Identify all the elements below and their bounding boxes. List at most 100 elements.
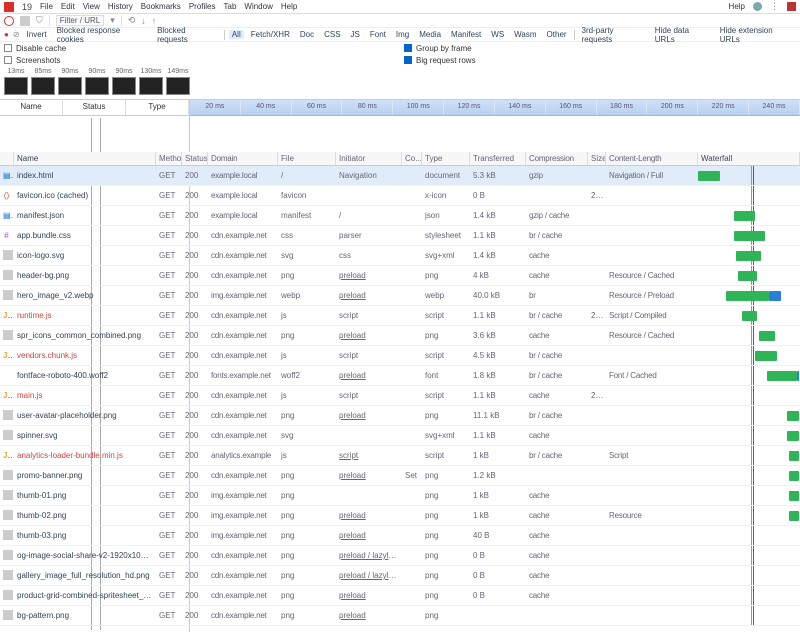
toolbar-btn-a[interactable]: ⟲ <box>128 15 136 26</box>
url-dropdown[interactable]: Filter / URL <box>56 15 104 26</box>
filmstrip-thumb[interactable] <box>85 77 109 95</box>
col-waterfall[interactable]: Waterfall <box>698 152 800 165</box>
filter-wasm[interactable]: Wasm <box>511 30 539 39</box>
filmstrip-labels: 13ms 85ms 90ms 90ms 90ms 130ms 149ms <box>0 66 800 77</box>
chevron-down-icon[interactable]: ▾ <box>110 15 115 26</box>
filter-manifest[interactable]: Manifest <box>448 30 484 39</box>
request-row[interactable]: fontface-roboto-400.woff2GET200fonts.exa… <box>0 366 800 386</box>
col-initiator[interactable]: Initiator <box>336 152 402 165</box>
overview-tab-0[interactable]: Name <box>0 100 63 115</box>
timeline-ruler[interactable]: 20 ms 40 ms 60 ms 80 ms 100 ms 120 ms 14… <box>190 100 800 116</box>
toolbar-btn-b[interactable]: ↓ <box>141 16 146 26</box>
filmstrip-thumb[interactable] <box>139 77 163 95</box>
menu-history[interactable]: History <box>108 2 133 11</box>
request-row[interactable]: bg-pattern.pngGET200cdn.example.netpngpr… <box>0 606 800 626</box>
col-size[interactable]: Size <box>588 152 606 165</box>
filter-media[interactable]: Media <box>416 30 444 39</box>
menu-bookmarks[interactable]: Bookmarks <box>141 2 181 11</box>
toolbar-btn-c[interactable]: ↑ <box>152 16 157 26</box>
menu-window[interactable]: Window <box>244 2 272 11</box>
filmstrip-thumb[interactable] <box>4 77 28 95</box>
request-row[interactable]: JSruntime.jsGET200cdn.example.netjsscrip… <box>0 306 800 326</box>
cell-status: 200 <box>182 411 208 420</box>
filter-fetch[interactable]: Fetch/XHR <box>248 30 293 39</box>
col-content-length[interactable]: Content-Length <box>606 152 698 165</box>
request-row[interactable]: spinner.svgGET200cdn.example.netsvgsvg+x… <box>0 426 800 446</box>
filter-other[interactable]: Other <box>544 30 570 39</box>
filter-3rdparty[interactable]: 3rd-party requests <box>579 26 648 44</box>
filmstrip-thumb[interactable] <box>112 77 136 95</box>
col-cookies[interactable]: Co... <box>402 152 422 165</box>
filter-css[interactable]: CSS <box>321 30 343 39</box>
overview-tab-1[interactable]: Status <box>63 100 126 115</box>
col-compression[interactable]: Compression <box>526 152 588 165</box>
request-row[interactable]: thumb-03.pngGET200img.example.netpngprel… <box>0 526 800 546</box>
request-row[interactable]: spr_icons_common_combined.pngGET200cdn.e… <box>0 326 800 346</box>
col-file[interactable]: File <box>278 152 336 165</box>
filter-js[interactable]: JS <box>348 30 363 39</box>
col-transferred[interactable]: Transferred <box>470 152 526 165</box>
overview-tab-2[interactable]: Type <box>126 100 189 115</box>
reload-icon[interactable] <box>4 16 14 26</box>
filter-doc[interactable]: Doc <box>297 30 317 39</box>
request-row[interactable]: hero_image_v2.webpGET200img.example.netw… <box>0 286 800 306</box>
cell-compression: cache <box>526 551 588 560</box>
filmstrip-thumb[interactable] <box>31 77 55 95</box>
col-method[interactable]: Method <box>156 152 182 165</box>
more-icon[interactable]: ⋮ <box>770 1 779 12</box>
col-domain[interactable]: Domain <box>208 152 278 165</box>
clear-icon[interactable]: ⊘ <box>13 30 20 39</box>
request-row[interactable]: JSanalytics-loader-bundle.min.jsGET200an… <box>0 446 800 466</box>
filter-font[interactable]: Font <box>367 30 389 39</box>
menu-tab[interactable]: Tab <box>224 2 237 11</box>
request-row[interactable]: ()favicon.ico (cached)GET200example.loca… <box>0 186 800 206</box>
home-icon[interactable] <box>20 16 30 26</box>
filter-hide-data[interactable]: Hide data URLs <box>652 26 713 44</box>
request-row[interactable]: og-image-social-share-v2-1920x1080.pngGE… <box>0 546 800 566</box>
window-close-icon[interactable] <box>787 2 796 11</box>
checkbox-group-frame[interactable] <box>4 56 12 64</box>
filter-all[interactable]: All <box>229 30 244 39</box>
request-row[interactable]: icon-logo.svgGET200cdn.example.netsvgcss… <box>0 246 800 266</box>
filter-ws[interactable]: WS <box>488 30 507 39</box>
request-row[interactable]: JSmain.jsGET200cdn.example.netjsscriptsc… <box>0 386 800 406</box>
request-row[interactable]: header-bg.pngGET200cdn.example.netpngpre… <box>0 266 800 286</box>
shield-icon[interactable]: ⛉ <box>36 15 43 26</box>
col-status[interactable]: Status <box>182 152 208 165</box>
menu-view[interactable]: View <box>83 2 100 11</box>
cell-waterfall <box>698 386 800 405</box>
checkbox-preserve-log[interactable] <box>404 44 412 52</box>
col-name[interactable]: Name <box>14 152 156 165</box>
request-row[interactable]: promo-banner.pngGET200cdn.example.netpng… <box>0 466 800 486</box>
menu-edit[interactable]: Edit <box>61 2 75 11</box>
request-row[interactable]: ▤manifest.jsonGET200example.localmanifes… <box>0 206 800 226</box>
filter-blocked-cookies[interactable]: Blocked response cookies <box>54 26 151 44</box>
checkbox-disable-cache[interactable] <box>4 44 12 52</box>
filter-invert[interactable]: Invert <box>24 30 50 39</box>
request-row[interactable]: JSvendors.chunk.jsGET200cdn.example.netj… <box>0 346 800 366</box>
menu-file[interactable]: File <box>40 2 53 11</box>
timeline-tick: 160 ms <box>546 100 597 115</box>
request-row[interactable]: ▤index.htmlGET200example.local/Navigatio… <box>0 166 800 186</box>
profile-avatar-icon[interactable] <box>753 2 762 11</box>
filmstrip-thumb[interactable] <box>58 77 82 95</box>
cell-transferred: 1.1 kB <box>470 231 526 240</box>
request-row[interactable]: thumb-02.pngGET200img.example.netpngprel… <box>0 506 800 526</box>
request-row[interactable]: thumb-01.pngGET200img.example.netpngpng1… <box>0 486 800 506</box>
menu-profiles[interactable]: Profiles <box>189 2 216 11</box>
record-icon[interactable]: ● <box>4 30 9 39</box>
filmstrip-thumb[interactable] <box>166 77 190 95</box>
menu-help[interactable]: Help <box>281 2 297 11</box>
menu-right-help[interactable]: Help <box>729 2 745 11</box>
filter-hide-ext[interactable]: Hide extension URLs <box>717 26 796 44</box>
col-type[interactable]: Type <box>422 152 470 165</box>
cell-initiator: script <box>336 351 402 360</box>
cell-method: GET <box>156 171 182 180</box>
request-row[interactable]: gallery_image_full_resolution_hd.pngGET2… <box>0 566 800 586</box>
request-row[interactable]: product-grid-combined-spritesheet_@2x.pn… <box>0 586 800 606</box>
checkbox-big-rows[interactable] <box>404 56 412 64</box>
request-row[interactable]: user-avatar-placeholder.pngGET200cdn.exa… <box>0 406 800 426</box>
filter-blocked-requests[interactable]: Blocked requests <box>154 26 220 44</box>
request-row[interactable]: #app.bundle.cssGET200cdn.example.netcssp… <box>0 226 800 246</box>
filter-img[interactable]: Img <box>393 30 412 39</box>
